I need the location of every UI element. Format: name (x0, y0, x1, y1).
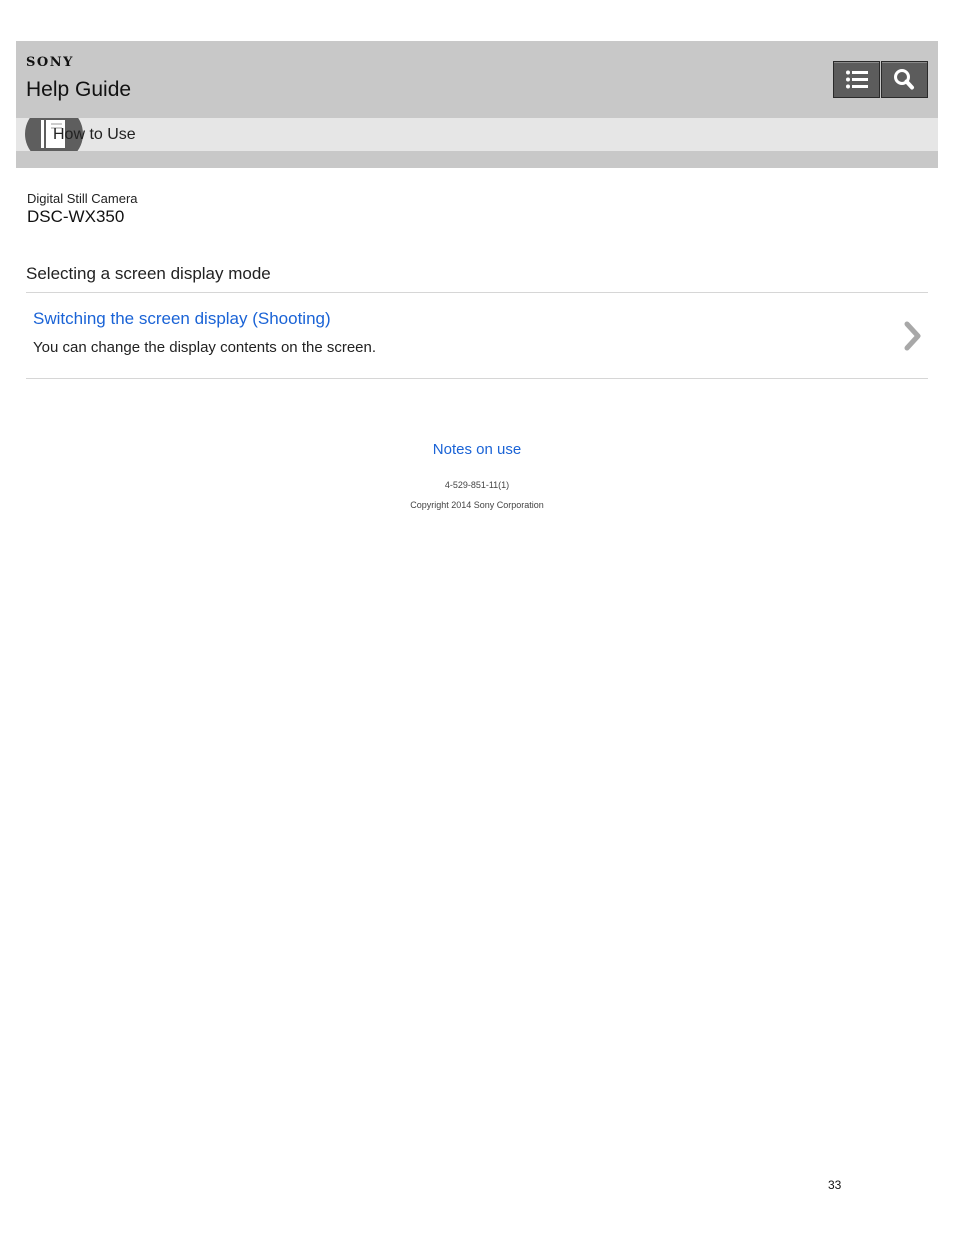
site-header: SONY Help Guide How to Use (16, 41, 938, 168)
divider (26, 378, 928, 379)
guide-title[interactable]: Help Guide (26, 78, 131, 102)
category-link[interactable]: How to Use (53, 126, 136, 144)
topic-description: You can change the display contents on t… (33, 339, 377, 356)
topic-item[interactable]: Switching the screen display (Shooting) … (26, 293, 928, 378)
document-code: 4-529-851-11(1) (444, 480, 510, 490)
brand-logo: SONY (26, 55, 74, 70)
product-type: Digital Still Camera (27, 191, 138, 206)
chevron-right-icon[interactable] (902, 320, 924, 352)
notes-on-use-link[interactable]: Notes on use (0, 441, 954, 458)
topic-link[interactable]: Switching the screen display (Shooting) (33, 309, 331, 329)
table-of-contents-button[interactable] (833, 61, 880, 98)
section-title: Selecting a screen display mode (26, 264, 271, 283)
page-number: 33 (828, 1178, 842, 1192)
product-model: DSC-WX350 (27, 207, 125, 226)
search-icon (894, 69, 914, 90)
search-button[interactable] (881, 61, 928, 98)
list-icon (846, 70, 868, 89)
category-bar: How to Use (16, 118, 938, 151)
copyright: Copyright 2014 Sony Corporation (410, 500, 544, 510)
